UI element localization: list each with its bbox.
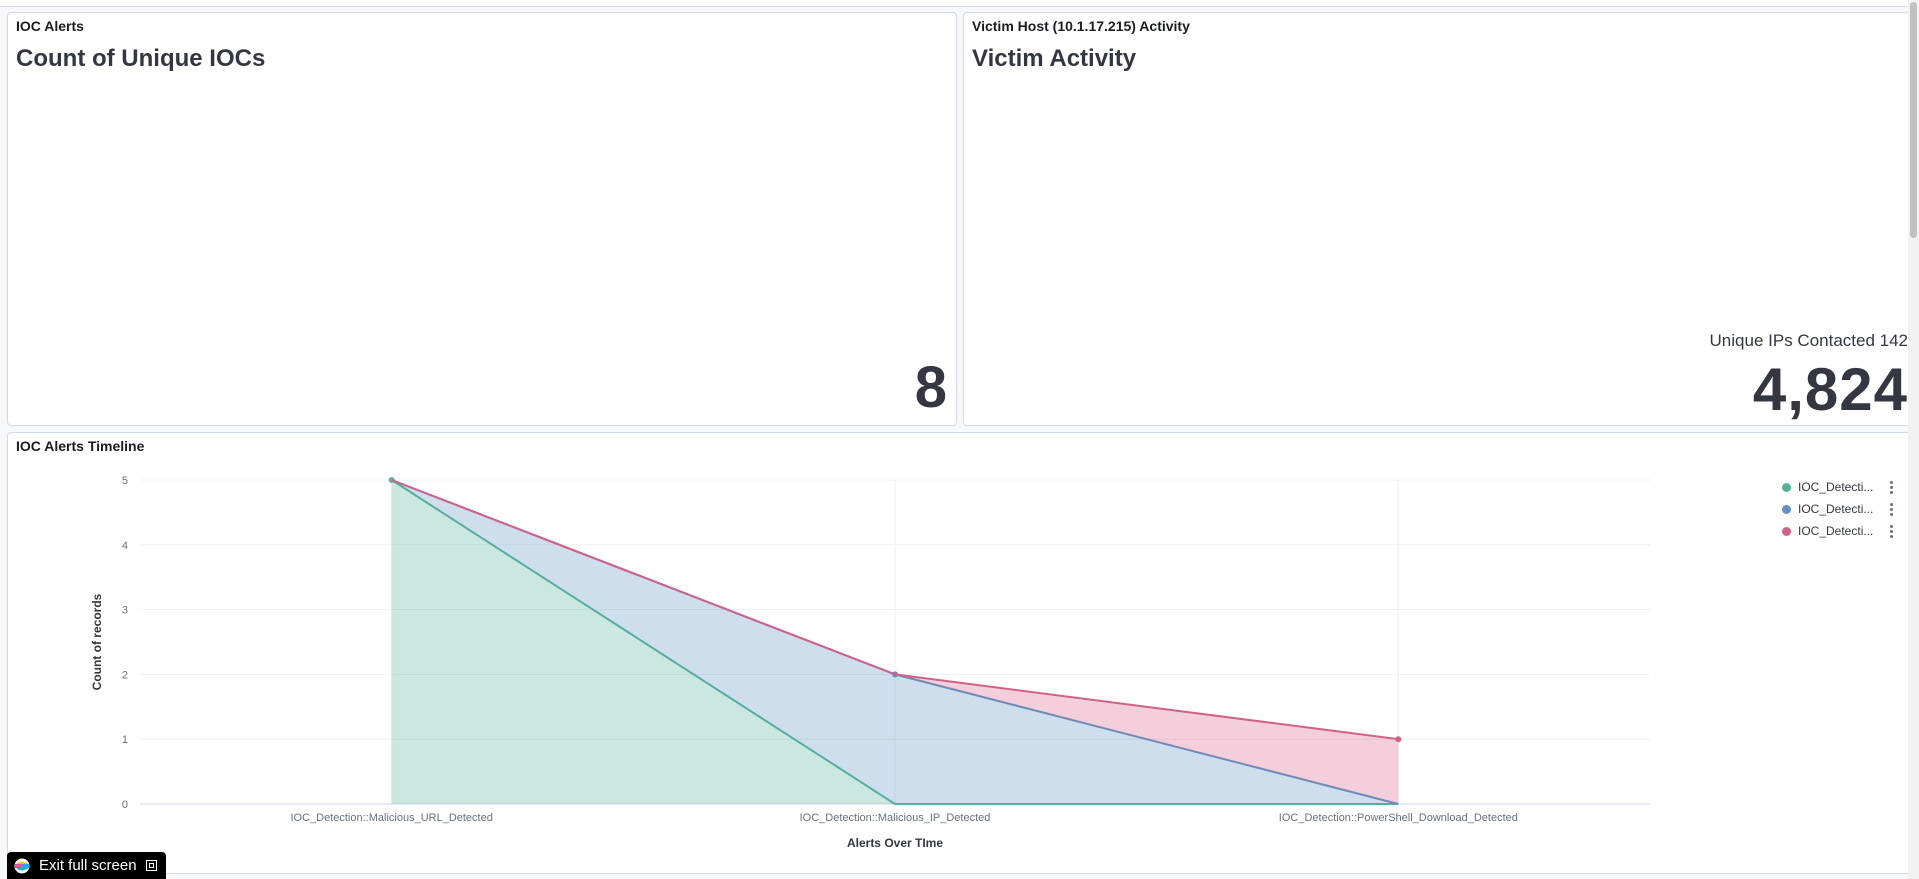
legend-item[interactable]: IOC_Detecti... xyxy=(1782,522,1902,544)
fullscreen-exit-icon xyxy=(146,860,157,871)
legend-label: IOC_Detecti... xyxy=(1798,480,1874,494)
scrollbar-thumb[interactable] xyxy=(1910,2,1917,238)
legend-item[interactable]: IOC_Detecti... xyxy=(1782,500,1902,522)
legend-color-dot xyxy=(1782,483,1791,492)
y-tick-label: 2 xyxy=(122,669,128,681)
legend-label: IOC_Detecti... xyxy=(1798,524,1874,538)
y-axis-title: Count of records xyxy=(90,593,104,690)
more-vertical-icon[interactable] xyxy=(1887,501,1895,517)
legend-label: IOC_Detecti... xyxy=(1798,502,1874,516)
x-tick-label: IOC_Detection::Malicious_IP_Detected xyxy=(800,812,991,824)
data-point xyxy=(1395,736,1402,743)
exit-full-screen-label: Exit full screen xyxy=(39,857,137,874)
chart-legend: IOC_Detecti... IOC_Detecti... IOC_Detect… xyxy=(1782,478,1902,544)
legend-color-dot xyxy=(1782,527,1791,536)
more-vertical-icon[interactable] xyxy=(1887,523,1895,539)
y-tick-label: 4 xyxy=(122,540,128,552)
y-tick-label: 5 xyxy=(122,475,128,487)
y-tick-label: 3 xyxy=(122,605,128,617)
elastic-logo-icon xyxy=(14,858,30,874)
x-tick-label: IOC_Detection::Malicious_URL_Detected xyxy=(290,812,492,824)
more-vertical-icon[interactable] xyxy=(1887,479,1895,495)
legend-color-dot xyxy=(1782,505,1791,514)
legend-item[interactable]: IOC_Detecti... xyxy=(1782,478,1902,500)
exit-full-screen-button[interactable]: Exit full screen xyxy=(7,852,166,879)
x-axis-title: Alerts Over TIme xyxy=(847,836,943,850)
y-tick-label: 0 xyxy=(122,799,128,811)
area-chart: 0 1 2 3 4 5IOC_Detection::Malicious_URL_Detec… xyxy=(90,475,1650,850)
x-tick-label: IOC_Detection::PowerShell_Download_Detec… xyxy=(1279,812,1518,824)
y-tick-label: 1 xyxy=(122,734,128,746)
